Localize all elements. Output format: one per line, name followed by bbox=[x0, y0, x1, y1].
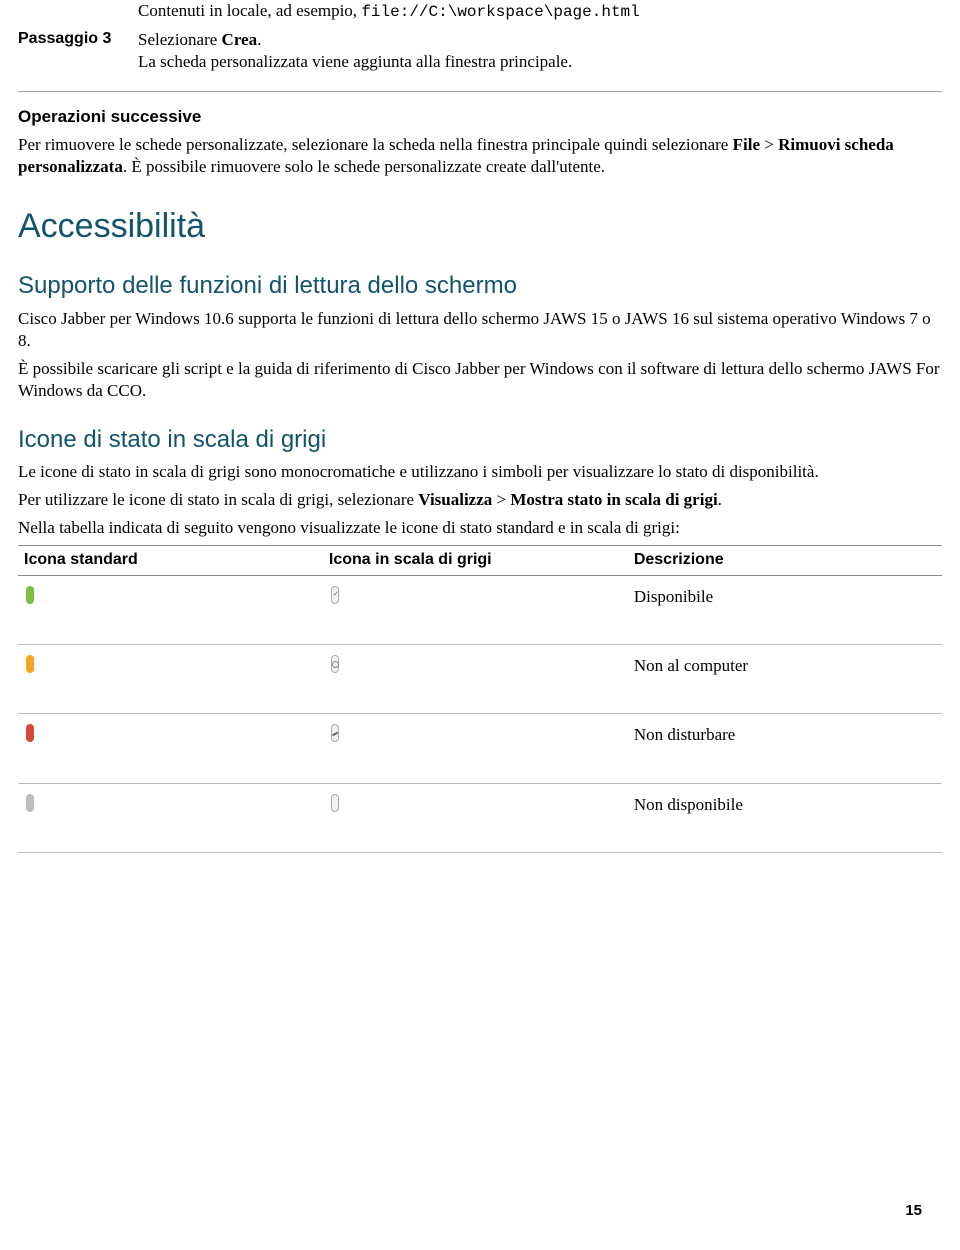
status-icon-away bbox=[26, 655, 34, 673]
status-icon-gray bbox=[331, 655, 339, 673]
gray-p2-b2: Mostra stato in scala di grigi bbox=[510, 490, 717, 509]
th-description: Descrizione bbox=[628, 546, 942, 576]
status-icon-gray bbox=[331, 724, 339, 742]
ops-paragraph: Per rimuovere le schede personalizzate, … bbox=[18, 134, 942, 178]
gray-p2-post: . bbox=[718, 490, 722, 509]
status-icon-unavail bbox=[26, 794, 34, 812]
th-grayscale: Icona in scala di grigi bbox=[323, 546, 628, 576]
grayscale-icon-cell bbox=[323, 783, 628, 852]
gray-p1: Le icone di stato in scala di grigi sono… bbox=[18, 461, 942, 483]
table-row: Non al computer bbox=[18, 645, 942, 714]
status-description: Non disturbare bbox=[628, 714, 942, 783]
ops-pre: Per rimuovere le schede personalizzate, … bbox=[18, 135, 733, 154]
local-content-code: file://C:\workspace\page.html bbox=[361, 3, 639, 21]
step-3-body: Selezionare Crea. La scheda personalizza… bbox=[138, 29, 942, 73]
status-icon-dnd bbox=[26, 724, 34, 742]
th-standard: Icona standard bbox=[18, 546, 323, 576]
standard-icon-cell bbox=[18, 645, 323, 714]
table-row: Disponibile bbox=[18, 576, 942, 645]
standard-icon-cell bbox=[18, 783, 323, 852]
grayscale-icon-cell bbox=[323, 645, 628, 714]
grayscale-icon-cell bbox=[323, 576, 628, 645]
step3-line1-bold: Crea bbox=[222, 30, 258, 49]
table-row: Non disponibile bbox=[18, 783, 942, 852]
local-content-prefix: Contenuti in locale, ad esempio, bbox=[138, 1, 361, 20]
heading-screen-reader: Supporto delle funzioni di lettura dello… bbox=[18, 270, 942, 301]
status-description: Non disponibile bbox=[628, 783, 942, 852]
step-3-label: Passaggio 3 bbox=[18, 29, 138, 73]
screen-p2: È possibile scaricare gli script e la gu… bbox=[18, 358, 942, 402]
step3-line1-post: . bbox=[257, 30, 261, 49]
status-icon-gray bbox=[331, 794, 339, 812]
status-description: Non al computer bbox=[628, 645, 942, 714]
ops-bold1: File bbox=[733, 135, 760, 154]
gray-p3: Nella tabella indicata di seguito vengon… bbox=[18, 517, 942, 539]
page-number: 15 bbox=[905, 1201, 922, 1221]
ops-post: . È possibile rimuovere solo le schede p… bbox=[123, 157, 605, 176]
step3-line1-pre: Selezionare bbox=[138, 30, 222, 49]
step-3-row: Passaggio 3 Selezionare Crea. La scheda … bbox=[18, 29, 942, 73]
heading-accessibility: Accessibilità bbox=[18, 204, 942, 248]
table-row: Non disturbare bbox=[18, 714, 942, 783]
gray-p2-b1: Visualizza bbox=[418, 490, 492, 509]
ops-mid: > bbox=[760, 135, 778, 154]
step3-line2: La scheda personalizzata viene aggiunta … bbox=[138, 52, 572, 71]
status-icon-gray bbox=[331, 586, 339, 604]
gray-p2: Per utilizzare le icone di stato in scal… bbox=[18, 489, 942, 511]
status-icon-available bbox=[26, 586, 34, 604]
divider bbox=[18, 91, 942, 92]
heading-grayscale-icons: Icone di stato in scala di grigi bbox=[18, 424, 942, 455]
gray-p2-mid: > bbox=[492, 490, 510, 509]
screen-p1: Cisco Jabber per Windows 10.6 supporta l… bbox=[18, 308, 942, 352]
ops-heading: Operazioni successive bbox=[18, 106, 942, 128]
gray-p2-pre: Per utilizzare le icone di stato in scal… bbox=[18, 490, 418, 509]
icons-table: Icona standard Icona in scala di grigi D… bbox=[18, 545, 942, 852]
grayscale-icon-cell bbox=[323, 714, 628, 783]
standard-icon-cell bbox=[18, 714, 323, 783]
local-content-line: Contenuti in locale, ad esempio, file://… bbox=[138, 0, 942, 23]
standard-icon-cell bbox=[18, 576, 323, 645]
status-description: Disponibile bbox=[628, 576, 942, 645]
